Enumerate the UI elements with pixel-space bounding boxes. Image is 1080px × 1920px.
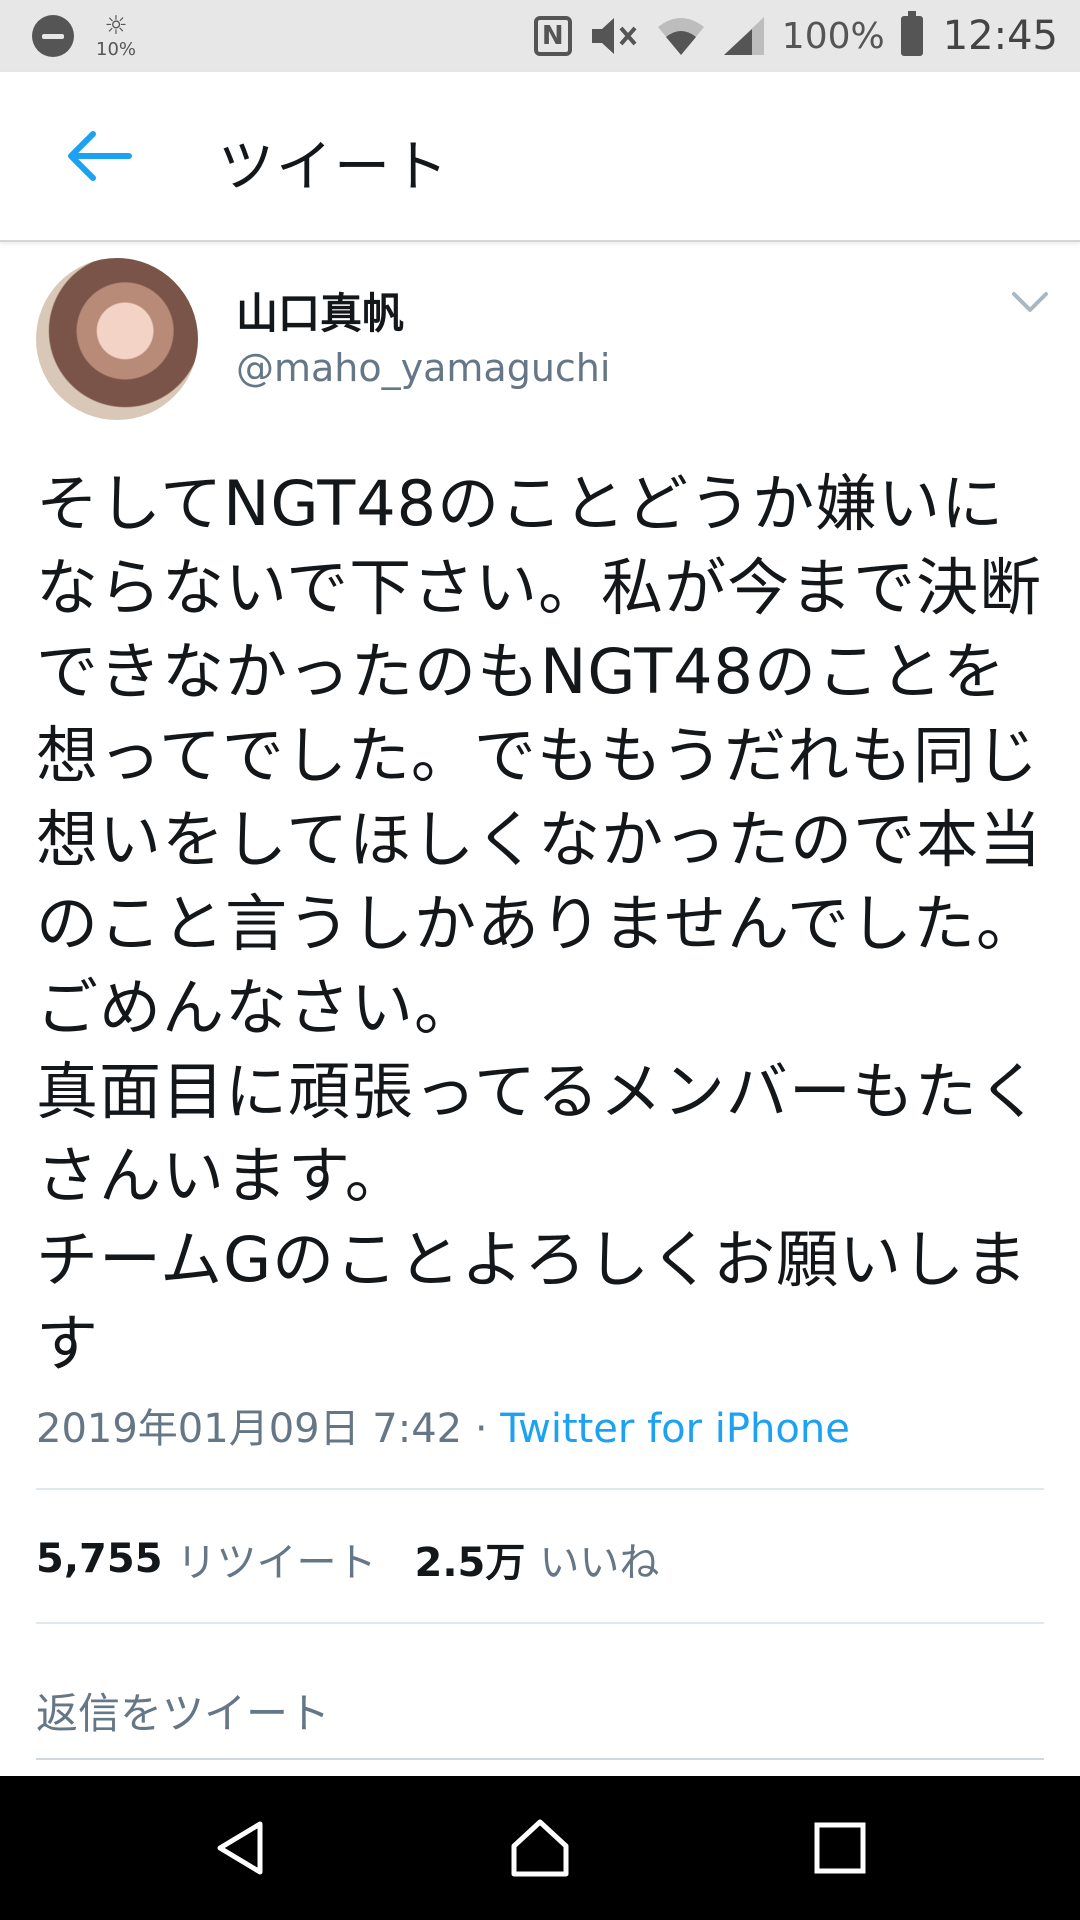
meta-separator: · xyxy=(462,1406,501,1452)
back-arrow-icon xyxy=(68,131,132,181)
tweet-paragraph: チームGのことよろしくお願いします xyxy=(36,1223,1029,1380)
back-button[interactable] xyxy=(58,116,138,196)
battery-icon xyxy=(900,11,923,56)
nav-home-icon xyxy=(511,1819,569,1877)
app-header: ツイート xyxy=(0,72,1080,242)
mute-icon xyxy=(591,18,637,54)
tweet-source-link[interactable]: Twitter for iPhone xyxy=(500,1406,850,1452)
tweet-timestamp: 2019年01月09日 7:42 xyxy=(36,1406,463,1452)
tweet-text: そしてNGT48のことどうか嫌いにならないで下さい。私が今まで決断できなかったの… xyxy=(36,462,1046,1386)
tweet-paragraph: そしてNGT48のことどうか嫌いにならないで下さい。私が今まで決断できなかったの… xyxy=(36,467,1043,1044)
retweet-count[interactable]: 5,755 xyxy=(36,1536,163,1582)
nav-recents-button[interactable] xyxy=(804,1812,876,1884)
like-label[interactable]: いいね xyxy=(539,1530,659,1588)
nav-back-button[interactable] xyxy=(204,1812,276,1884)
nfc-icon: N xyxy=(533,16,572,56)
tweet-paragraph: 真面目に頑張ってるメンバーもたくさんいます。 xyxy=(36,1055,1041,1212)
nav-home-button[interactable] xyxy=(504,1812,576,1884)
battery-percent: 100% xyxy=(781,15,885,57)
brightness-icon: ☼ xyxy=(104,11,128,41)
divider xyxy=(36,1488,1044,1490)
author-name[interactable]: 山口真帆 xyxy=(236,280,404,341)
reply-input[interactable]: 返信をツイート xyxy=(36,1680,330,1741)
tweet-stats: 5,755 リツイート 2.5万 いいね xyxy=(36,1530,697,1588)
page-title: ツイート xyxy=(218,135,450,200)
chevron-down-icon[interactable] xyxy=(1008,284,1052,320)
reply-underline xyxy=(36,1758,1044,1760)
author-handle[interactable]: @maho_yamaguchi xyxy=(236,346,610,390)
tweet-meta: 2019年01月09日 7:42 · Twitter for iPhone xyxy=(36,1396,850,1454)
nav-recents-icon xyxy=(814,1822,866,1874)
do-not-disturb-icon xyxy=(32,15,74,57)
nav-back-icon xyxy=(217,1821,263,1875)
wifi-icon xyxy=(657,18,704,55)
status-bar: ☼ 10% N 100% 12:45 xyxy=(0,0,1080,72)
signal-icon xyxy=(723,17,764,55)
brightness-value: 10% xyxy=(96,39,137,60)
system-nav-bar xyxy=(0,1776,1080,1920)
brightness-indicator: ☼ 10% xyxy=(96,13,136,59)
divider xyxy=(36,1622,1044,1624)
retweet-label[interactable]: リツイート xyxy=(177,1530,377,1588)
clock: 12:45 xyxy=(942,13,1058,59)
avatar[interactable] xyxy=(36,258,198,420)
like-count[interactable]: 2.5万 xyxy=(415,1530,526,1588)
